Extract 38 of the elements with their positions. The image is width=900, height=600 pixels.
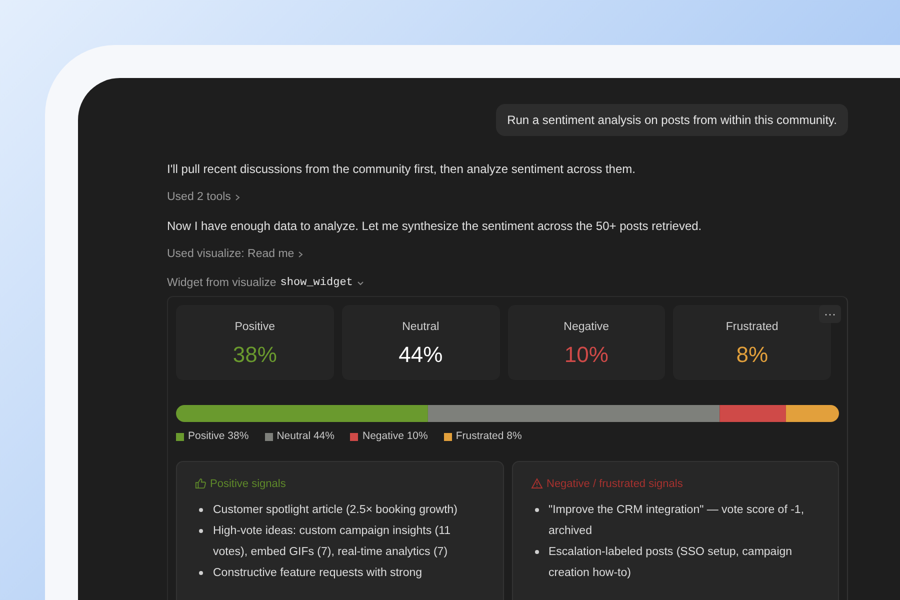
bullet-icon [199, 508, 203, 512]
stat-label: Frustrated [726, 320, 778, 335]
stat-label: Negative [564, 320, 610, 335]
tool-link[interactable]: Used visualize: Read me [167, 246, 294, 264]
signal-item: Customer spotlight article (2.5× booking growth) [213, 503, 458, 518]
bullet-icon [534, 550, 538, 554]
stat-value: 10% [564, 344, 608, 366]
legend-label: Neutral 44% [276, 428, 334, 444]
user-message: Run a sentiment analysis on posts from within this community. [496, 104, 848, 136]
stat-label: Positive [234, 320, 276, 335]
legend-label: Negative 10% [362, 428, 428, 444]
signal-item: Constructive feature requests with strong [213, 566, 422, 581]
signal-item: "Improve the CRM integration" — vote score of -1, archived [548, 503, 806, 539]
widget-code: show_widget [280, 276, 353, 291]
widget-label: Widget from visualize [167, 276, 276, 290]
chevron-icon [298, 251, 304, 258]
stat-label: Neutral [402, 320, 440, 335]
more-button[interactable]: ··· [819, 304, 841, 323]
chevron-icon [234, 194, 240, 202]
signal-item: High-vote ideas: custom campaign insights (11 votes), embed GIFs (7), real-time analytics (7) [213, 524, 452, 560]
thumbs-up-icon [195, 478, 206, 490]
stat-value: 44% [398, 344, 443, 366]
warning-icon [530, 478, 542, 490]
stat-value: 38% [232, 344, 277, 366]
bullet-icon [199, 571, 203, 575]
legend-label: Frustrated 8% [456, 428, 522, 444]
bullet-icon [199, 529, 203, 533]
assistant-text: Now I have enough data to analyze. Let me synthesize the sentiment across the 50+ posts retrieved. [167, 218, 703, 236]
bullet-icon [534, 508, 538, 512]
assistant-text: I'll pull recent discussions from the community first, then analyze sentiment across them. [167, 161, 636, 178]
bar-segment [786, 405, 839, 422]
stat-value: 8% [736, 344, 768, 366]
legend-label: Positive 38% [188, 428, 249, 444]
caret-icon [356, 280, 364, 286]
signals-title: Positive signals [210, 476, 286, 492]
signals-title: Negative / frustrated signals [546, 476, 683, 492]
signal-item: Escalation-labeled posts (SSO setup, campaign creation how-to) [548, 545, 794, 581]
tool-link[interactable]: Used 2 tools [167, 189, 231, 206]
